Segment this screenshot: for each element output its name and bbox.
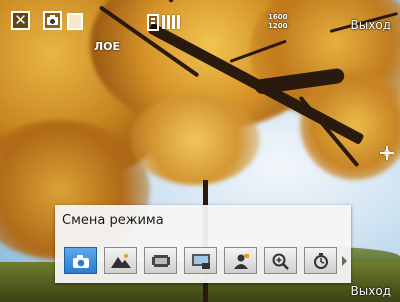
resolution-width: 1600 — [268, 13, 288, 21]
battery-bars-icon — [162, 15, 180, 29]
storage-icon — [147, 14, 159, 31]
mode-button-picture-theme[interactable] — [184, 247, 217, 274]
exposure-adjust-icon[interactable] — [380, 146, 394, 160]
mode-button-row — [64, 247, 337, 274]
landscape-icon — [110, 253, 131, 268]
mode-button-video[interactable] — [144, 247, 177, 274]
mode-button-photo[interactable] — [64, 247, 97, 274]
mode-panel-title: Смена режима — [62, 213, 164, 228]
resolution-height: 1200 — [268, 22, 288, 30]
mode-button-contact-picture[interactable] — [224, 247, 257, 274]
picture-theme-icon — [191, 253, 210, 269]
self-timer-icon — [313, 252, 328, 269]
mode-button-landscape[interactable] — [104, 247, 137, 274]
mode-selector-panel: Смена режима — [55, 205, 351, 283]
camera-mode-icon[interactable] — [43, 11, 62, 30]
exit-softkey[interactable]: Выход — [351, 284, 391, 298]
shot-counter: ЛОЕ — [94, 40, 121, 53]
close-button[interactable]: ✕ — [11, 11, 30, 30]
close-icon: ✕ — [14, 11, 27, 29]
camera-screen: ✕ ЛОЕ 1600 1200 Выход Смена режима Выход — [0, 0, 400, 302]
scroll-right-icon[interactable] — [342, 256, 347, 266]
zoom-icon — [272, 253, 289, 270]
photo-mode-icon — [72, 254, 89, 268]
mode-button-zoom[interactable] — [264, 247, 297, 274]
video-icon — [151, 254, 170, 267]
contact-picture-icon — [233, 253, 249, 269]
mode-button-self-timer[interactable] — [304, 247, 337, 274]
flash-icon[interactable] — [67, 13, 83, 30]
resolution-indicator[interactable]: 1600 1200 — [268, 13, 287, 31]
exit-label-top[interactable]: Выход — [351, 18, 391, 32]
